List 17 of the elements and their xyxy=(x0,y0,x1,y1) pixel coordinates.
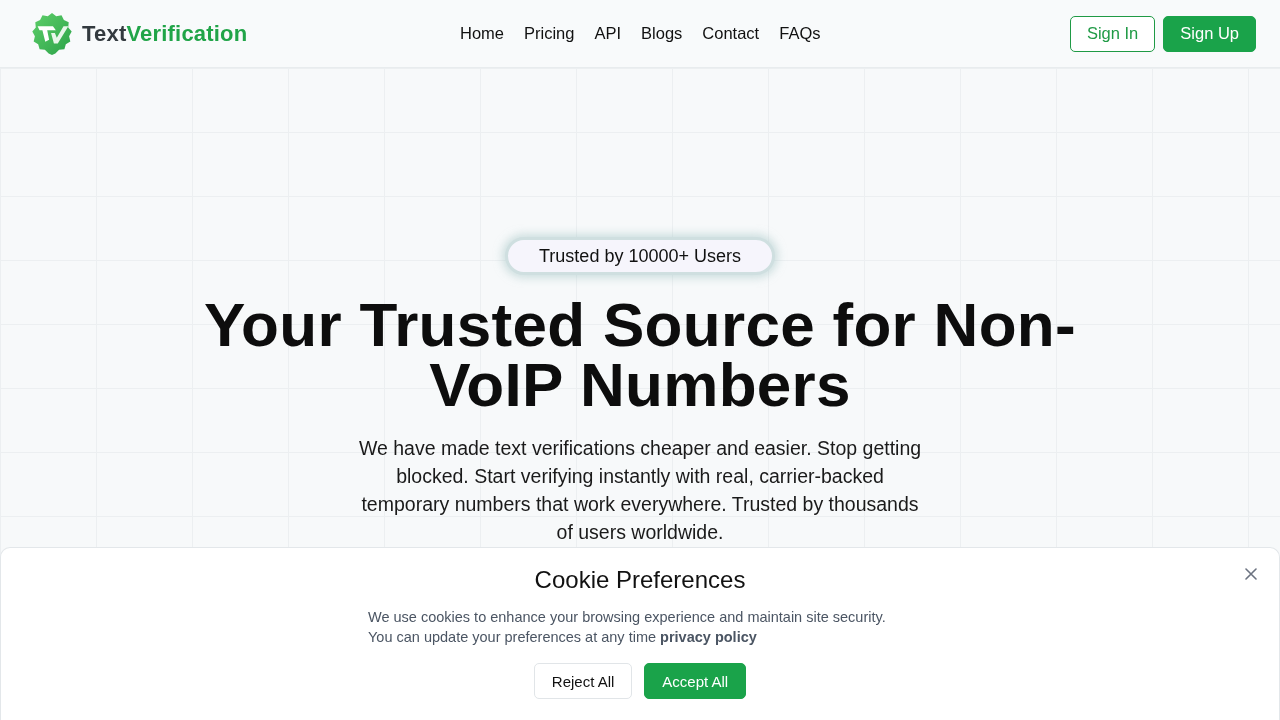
privacy-policy-link[interactable]: privacy policy xyxy=(660,629,757,645)
cookie-title: Cookie Preferences xyxy=(534,565,746,595)
nav-link[interactable]: Blogs xyxy=(641,24,683,43)
nav-link[interactable]: Home xyxy=(460,24,504,43)
hero-title: Your Trusted Source for Non-VoIP Numbers xyxy=(203,295,1077,415)
nav-link[interactable]: FAQs xyxy=(779,24,821,43)
nav-link[interactable]: API xyxy=(594,24,622,43)
trust-badge: Trusted by 10000+ Users xyxy=(505,237,775,275)
cookie-text: We use cookies to enhance your browsing experience and maintain site security. You can update your preferences at any time privacy policy xyxy=(368,608,887,647)
brand-name[interactable]: TextVerification xyxy=(82,20,248,47)
reject-button[interactable]: Reject All xyxy=(533,663,633,699)
close-icon xyxy=(1245,568,1257,580)
hero-text: We have made text verifications cheaper and easier. Stop getting blocked. Start verifying instantly with real, carrier-backed temporary numbers that work everywhere. Trusted by thousands of users worldwide. xyxy=(357,436,923,545)
nav-link[interactable]: Contact xyxy=(702,24,760,43)
nav-link[interactable]: Pricing xyxy=(524,24,575,43)
sign-in-button[interactable]: Sign In xyxy=(1069,15,1156,52)
close-button[interactable] xyxy=(1243,566,1259,582)
